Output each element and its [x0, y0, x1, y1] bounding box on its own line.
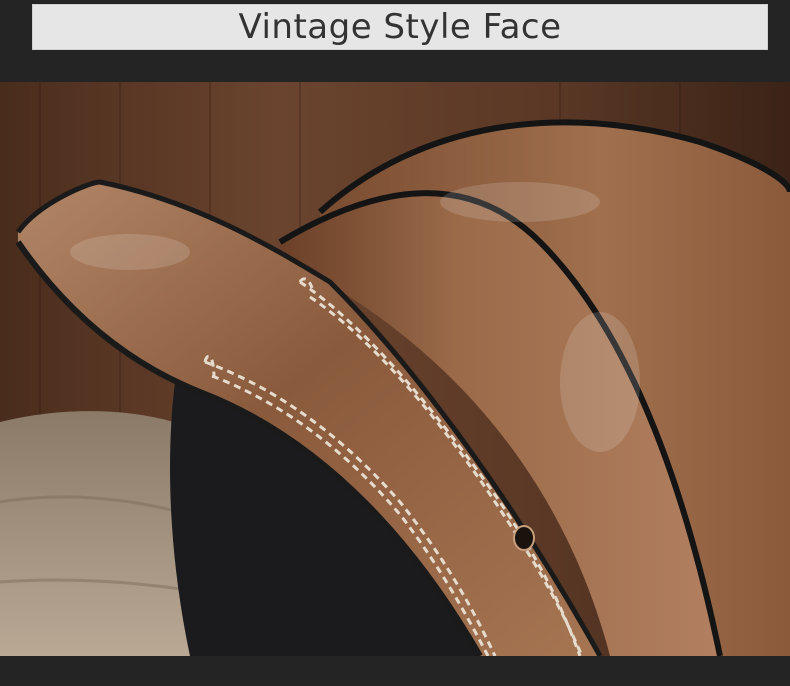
belt-photo	[0, 82, 790, 656]
title-banner: Vintage Style Face	[32, 4, 768, 50]
page-title: Vintage Style Face	[238, 7, 562, 47]
belt-hole	[513, 525, 535, 551]
belt-illustration	[0, 82, 790, 656]
page-frame: Vintage Style Face	[0, 0, 790, 686]
